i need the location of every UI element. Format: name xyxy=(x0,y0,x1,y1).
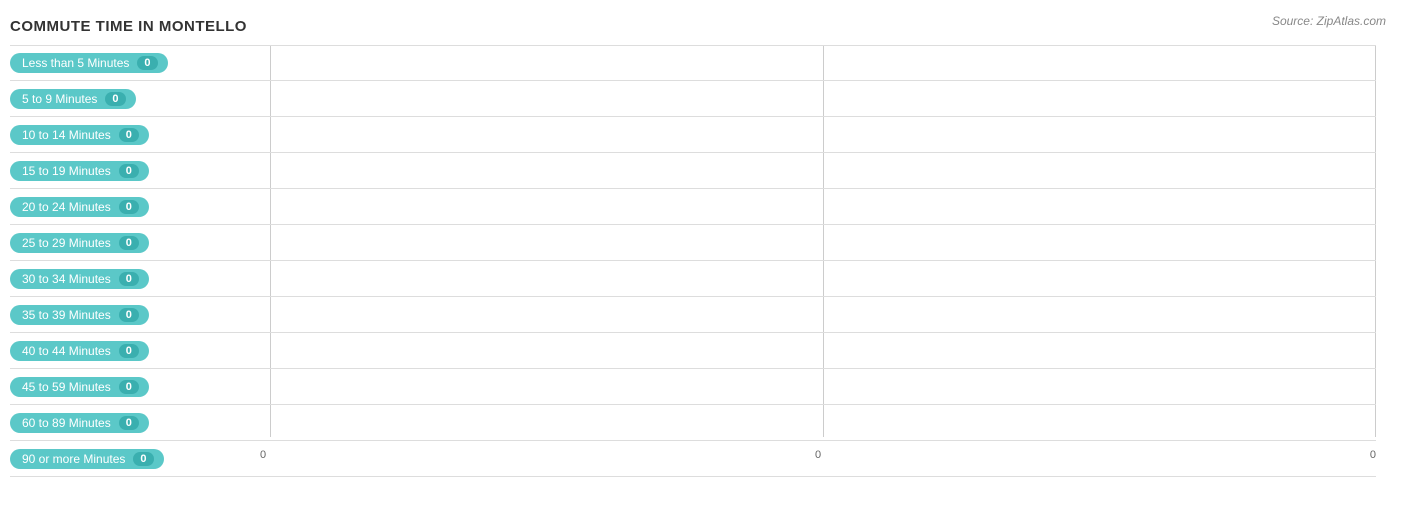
x-label-1: 0 xyxy=(815,449,821,461)
pill-label: 45 to 59 Minutes xyxy=(22,380,111,394)
pill: 60 to 89 Minutes 0 xyxy=(10,413,149,433)
pill: 35 to 39 Minutes 0 xyxy=(10,305,149,325)
pill-value: 0 xyxy=(119,128,139,142)
bar-row: Less than 5 Minutes 0 xyxy=(10,45,1376,81)
bar-row: 45 to 59 Minutes 0 xyxy=(10,369,1376,405)
pill-label: 40 to 44 Minutes xyxy=(22,344,111,358)
pill-value: 0 xyxy=(133,452,153,466)
pill-label: 20 to 24 Minutes xyxy=(22,200,111,214)
pill: 25 to 29 Minutes 0 xyxy=(10,233,149,253)
pill-value: 0 xyxy=(119,308,139,322)
bar-track xyxy=(260,153,1376,188)
x-label-0: 0 xyxy=(260,449,266,461)
bar-track xyxy=(260,117,1376,152)
bar-track xyxy=(260,189,1376,224)
label-pill: 45 to 59 Minutes 0 xyxy=(10,377,260,397)
pill-label: 60 to 89 Minutes xyxy=(22,416,111,430)
pill-label: 5 to 9 Minutes xyxy=(22,92,97,106)
pill: 30 to 34 Minutes 0 xyxy=(10,269,149,289)
pill-value: 0 xyxy=(137,56,157,70)
bar-rows-container: Less than 5 Minutes 0 5 to 9 Minutes 0 1 xyxy=(10,45,1376,437)
pill-value: 0 xyxy=(119,344,139,358)
pill-value: 0 xyxy=(105,92,125,106)
label-pill: 10 to 14 Minutes 0 xyxy=(10,125,260,145)
pill: 5 to 9 Minutes 0 xyxy=(10,89,136,109)
x-label-2: 0 xyxy=(1370,449,1376,461)
label-pill: 20 to 24 Minutes 0 xyxy=(10,197,260,217)
pill-value: 0 xyxy=(119,272,139,286)
bar-row: 30 to 34 Minutes 0 xyxy=(10,261,1376,297)
x-axis: 0 0 0 xyxy=(260,449,1376,461)
pill-label: 30 to 34 Minutes xyxy=(22,272,111,286)
label-pill: 15 to 19 Minutes 0 xyxy=(10,161,260,181)
label-pill: 30 to 34 Minutes 0 xyxy=(10,269,260,289)
pill-label: 90 or more Minutes xyxy=(22,452,125,466)
bar-row: 35 to 39 Minutes 0 xyxy=(10,297,1376,333)
bar-track xyxy=(260,81,1376,116)
pill-value: 0 xyxy=(119,200,139,214)
bar-track xyxy=(260,405,1376,440)
pill-value: 0 xyxy=(119,236,139,250)
pill: Less than 5 Minutes 0 xyxy=(10,53,168,73)
bar-track xyxy=(260,333,1376,368)
label-pill: Less than 5 Minutes 0 xyxy=(10,53,260,73)
label-pill: 5 to 9 Minutes 0 xyxy=(10,89,260,109)
label-pill: 90 or more Minutes 0 xyxy=(10,449,260,469)
bar-row: 25 to 29 Minutes 0 xyxy=(10,225,1376,261)
bar-track xyxy=(260,225,1376,260)
pill: 10 to 14 Minutes 0 xyxy=(10,125,149,145)
bar-track xyxy=(260,46,1376,80)
bar-row: 20 to 24 Minutes 0 xyxy=(10,189,1376,225)
bar-track xyxy=(260,297,1376,332)
label-pill: 60 to 89 Minutes 0 xyxy=(10,413,260,433)
label-pill: 40 to 44 Minutes 0 xyxy=(10,341,260,361)
pill-label: 35 to 39 Minutes xyxy=(22,308,111,322)
bar-row: 60 to 89 Minutes 0 xyxy=(10,405,1376,441)
page-container: COMMUTE TIME IN MONTELLO Source: ZipAtla… xyxy=(0,0,1406,524)
chart-area: Less than 5 Minutes 0 5 to 9 Minutes 0 1 xyxy=(10,45,1386,461)
pill-label: 25 to 29 Minutes xyxy=(22,236,111,250)
pill-value: 0 xyxy=(119,416,139,430)
bar-row: 10 to 14 Minutes 0 xyxy=(10,117,1376,153)
bar-row: 40 to 44 Minutes 0 xyxy=(10,333,1376,369)
label-pill: 25 to 29 Minutes 0 xyxy=(10,233,260,253)
source-label: Source: ZipAtlas.com xyxy=(1272,14,1386,28)
label-pill: 35 to 39 Minutes 0 xyxy=(10,305,260,325)
bar-track xyxy=(260,369,1376,404)
bar-track xyxy=(260,261,1376,296)
pill: 40 to 44 Minutes 0 xyxy=(10,341,149,361)
pill-label: 10 to 14 Minutes xyxy=(22,128,111,142)
pill-value: 0 xyxy=(119,164,139,178)
chart-title: COMMUTE TIME IN MONTELLO xyxy=(10,18,1386,35)
pill-label: Less than 5 Minutes xyxy=(22,56,129,70)
pill: 90 or more Minutes 0 xyxy=(10,449,164,469)
pill: 20 to 24 Minutes 0 xyxy=(10,197,149,217)
pill: 15 to 19 Minutes 0 xyxy=(10,161,149,181)
pill: 45 to 59 Minutes 0 xyxy=(10,377,149,397)
pill-value: 0 xyxy=(119,380,139,394)
bar-row: 15 to 19 Minutes 0 xyxy=(10,153,1376,189)
pill-label: 15 to 19 Minutes xyxy=(22,164,111,178)
bar-row: 5 to 9 Minutes 0 xyxy=(10,81,1376,117)
